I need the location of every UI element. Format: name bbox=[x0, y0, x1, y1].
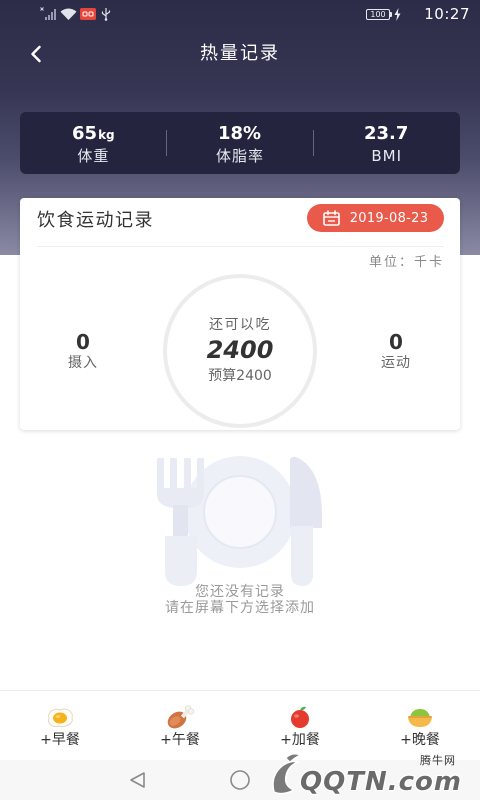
battery-level: 100 bbox=[370, 10, 386, 19]
nav-back-icon bbox=[130, 772, 145, 788]
empty-hint: 请在屏幕下方选择添加 bbox=[165, 600, 315, 616]
stat-value: 18% bbox=[167, 122, 314, 146]
stat-label: 体重 bbox=[77, 147, 110, 165]
card-title: 饮食运动记录 bbox=[37, 210, 154, 231]
date-picker-button[interactable]: 2019-08-23 bbox=[307, 204, 444, 232]
stat-label: BMI bbox=[371, 147, 402, 165]
empty-message: 您还没有记录 bbox=[195, 584, 285, 600]
stat-divider bbox=[166, 130, 167, 156]
stat-divider bbox=[313, 130, 314, 156]
stat-bmi: 23.7 BMI bbox=[313, 112, 460, 174]
stat-unit: kg bbox=[98, 128, 115, 142]
meal-add-bar: +早餐 +午餐 +加餐 +晚餐 bbox=[0, 690, 480, 760]
add-dinner-button[interactable]: +晚餐 bbox=[360, 691, 480, 760]
app-notification-icon bbox=[80, 8, 96, 20]
card-divider bbox=[37, 246, 444, 247]
exercise-label: 运动 bbox=[381, 355, 411, 371]
nav-home-button[interactable] bbox=[228, 768, 252, 792]
stat-number: 18% bbox=[217, 123, 262, 144]
fried-egg-icon bbox=[48, 708, 73, 727]
stat-number: 23.7 bbox=[363, 123, 409, 144]
stat-body-fat: 18% 体脂率 bbox=[167, 112, 314, 174]
wifi-icon bbox=[60, 8, 77, 20]
chicken-leg-icon bbox=[167, 705, 195, 729]
nav-back-button[interactable] bbox=[126, 768, 150, 792]
stat-number: 65 bbox=[72, 123, 98, 144]
diet-exercise-record-card: 饮食运动记录 2019-08-23 单位：千卡 0 摄入 还可以吃 2400 预… bbox=[20, 198, 460, 430]
rice-bowl-icon bbox=[408, 709, 432, 727]
apple-icon bbox=[291, 706, 309, 728]
calorie-record-screen: 100 10:27 热量记录 65kg 体重 18% 体脂率 23.7 BMI bbox=[0, 0, 480, 800]
usb-icon bbox=[101, 8, 111, 21]
meal-label: +午餐 bbox=[160, 732, 200, 748]
nav-home-icon bbox=[230, 770, 250, 790]
watermark-logo bbox=[272, 753, 302, 795]
add-lunch-button[interactable]: +午餐 bbox=[120, 691, 240, 760]
budget-label: 预算2400 bbox=[208, 368, 272, 384]
stat-value: 23.7 bbox=[313, 122, 460, 146]
page-title: 热量记录 bbox=[200, 43, 280, 64]
watermark-brand-cn: 腾牛网 bbox=[420, 754, 456, 767]
body-stats-card: 65kg 体重 18% 体脂率 23.7 BMI bbox=[20, 112, 460, 174]
meal-label: +早餐 bbox=[40, 732, 80, 748]
stat-value: 65kg bbox=[20, 122, 167, 146]
meal-label: +加餐 bbox=[280, 732, 320, 748]
date-label: 2019-08-23 bbox=[349, 210, 429, 226]
add-snack-button[interactable]: +加餐 bbox=[240, 691, 360, 760]
exercise-summary: 0 运动 bbox=[356, 330, 436, 372]
battery-icon: 100 bbox=[366, 9, 390, 20]
add-breakfast-button[interactable]: +早餐 bbox=[0, 691, 120, 760]
remaining-caption: 还可以吃 bbox=[209, 317, 271, 333]
remaining-value: 2400 bbox=[206, 336, 274, 364]
watermark-brand-en: QQTN.com bbox=[300, 767, 462, 797]
battery-nub bbox=[390, 12, 392, 17]
meal-label: +晚餐 bbox=[400, 732, 440, 748]
intake-value: 0 bbox=[76, 330, 90, 354]
stat-label: 体脂率 bbox=[216, 147, 265, 165]
stat-weight: 65kg 体重 bbox=[20, 112, 167, 174]
unit-label: 单位：千卡 bbox=[368, 255, 444, 270]
exercise-value: 0 bbox=[389, 330, 403, 354]
plate-fork-knife-icon bbox=[157, 456, 322, 586]
calendar-icon bbox=[322, 210, 340, 226]
status-time: 10:27 bbox=[424, 5, 470, 23]
intake-label: 摄入 bbox=[68, 355, 98, 371]
no-sim-signal-icon bbox=[40, 7, 56, 20]
status-bar: 100 10:27 bbox=[0, 0, 480, 28]
intake-summary: 0 摄入 bbox=[43, 330, 123, 372]
charging-icon bbox=[394, 8, 401, 21]
